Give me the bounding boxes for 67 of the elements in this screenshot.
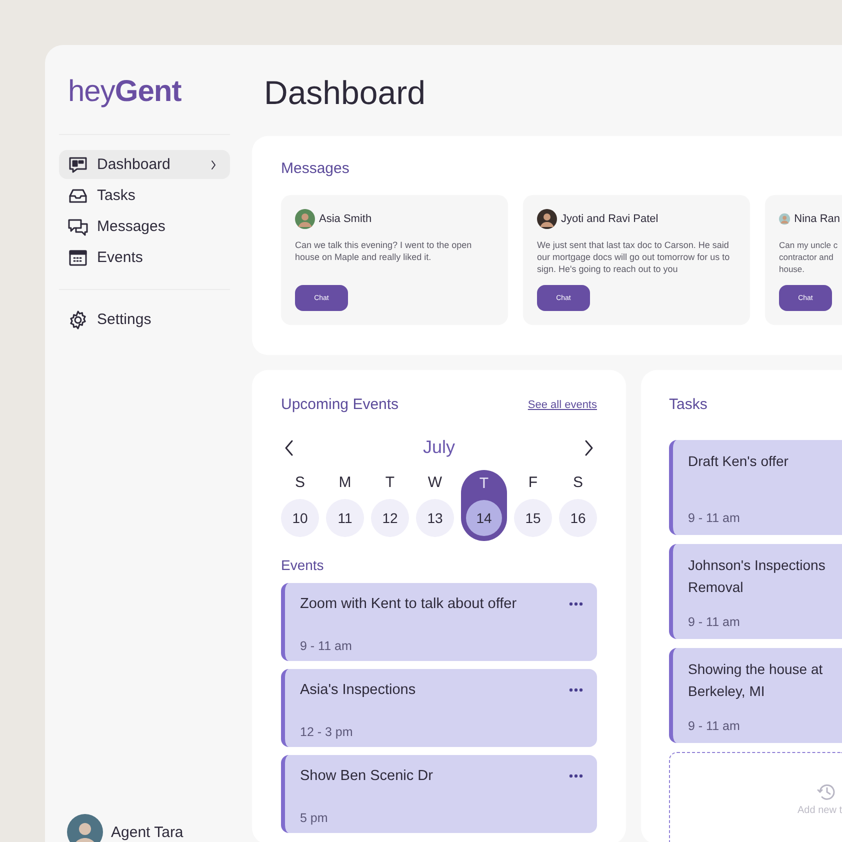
nav-item[interactable]: Messages xyxy=(59,212,230,241)
task-title: Draft Ken's offer xyxy=(688,452,790,471)
date-button[interactable]: 13 xyxy=(416,499,454,537)
panel-title: Messages xyxy=(281,160,350,177)
event-title: Show Ben Scenic Dr xyxy=(300,767,433,786)
event-time: 12 - 3 pm xyxy=(300,725,354,739)
sender-name: Asia Smith xyxy=(319,213,372,225)
user-name: Agent Tara xyxy=(111,824,184,840)
avatar-icon xyxy=(295,209,315,229)
chat-bubbles-icon xyxy=(68,216,88,236)
message-text: We just sent that last tax doc to Carson. He said our mortgage docs will go out tomorrow for us to sign. He's going to reach out to you xyxy=(537,239,731,276)
weekday-label: F xyxy=(528,474,538,492)
sender-name: Nina Ran xyxy=(794,213,840,225)
event-time: 5 pm xyxy=(300,811,329,825)
task-card[interactable]: Draft Ken's offer 9 - 11 am xyxy=(669,440,842,535)
task-time: 9 - 11 am xyxy=(688,615,741,629)
date-button[interactable]: 15 xyxy=(514,499,552,537)
task-title: Johnson's Inspections Removal xyxy=(688,556,826,597)
chevron-right-icon xyxy=(211,160,217,170)
event-time: 9 - 11 am xyxy=(300,639,353,653)
settings-icon xyxy=(68,310,88,330)
date-button[interactable]: 10 xyxy=(281,499,319,537)
date-button[interactable]: 11 xyxy=(326,499,364,537)
task-time: 9 - 11 am xyxy=(688,511,741,525)
weekday-label: S xyxy=(294,474,305,492)
nav-item[interactable]: Dashboard xyxy=(59,150,230,179)
more-icon[interactable] xyxy=(569,774,583,778)
chat-board-icon xyxy=(68,154,88,174)
message-text: Can my uncle c contractor and house. xyxy=(779,239,839,276)
panel-title: Upcoming Events xyxy=(281,396,399,413)
weekday-label: M xyxy=(338,474,352,492)
task-title: Showing the house at Berkeley, MI xyxy=(688,660,824,701)
weekday-label: S xyxy=(572,474,583,492)
event-card[interactable]: Zoom with Kent to talk about offer 9 - 11 am xyxy=(281,583,597,661)
month-label: July xyxy=(422,437,455,458)
nav-item[interactable]: Tasks xyxy=(59,181,230,210)
event-card[interactable]: Show Ben Scenic Dr 5 pm xyxy=(281,755,597,833)
nav-item[interactable]: Settings xyxy=(59,305,230,334)
chevron-right-icon[interactable] xyxy=(582,438,595,456)
add-task-label: Add new t xyxy=(798,804,842,816)
weekday-label: W xyxy=(428,474,442,492)
see-all-link[interactable]: See all events xyxy=(528,398,597,410)
date-button[interactable]: 12 xyxy=(371,499,409,537)
page-title: Dashboard xyxy=(264,73,426,113)
avatar-icon[interactable] xyxy=(67,814,103,842)
more-icon[interactable] xyxy=(569,688,583,692)
event-card[interactable]: Asia's Inspections 12 - 3 pm xyxy=(281,669,597,747)
event-title: Asia's Inspections xyxy=(300,681,416,700)
date-button[interactable]: 16 xyxy=(559,499,597,537)
panel-title: Tasks xyxy=(669,396,708,413)
logo: heyGent xyxy=(67,75,182,110)
weekday-label: T xyxy=(385,474,395,492)
event-title: Zoom with Kent to talk about offer xyxy=(300,595,517,614)
avatar-icon xyxy=(537,209,557,229)
nav-item[interactable]: Events xyxy=(59,243,230,272)
more-icon[interactable] xyxy=(569,602,583,606)
date-button[interactable]: 14 xyxy=(466,500,502,536)
weekday-label: T xyxy=(479,475,489,493)
selected-day[interactable]: T 14 xyxy=(461,470,507,541)
task-card[interactable]: Johnson's Inspections Removal 9 - 11 am xyxy=(669,544,842,639)
task-time: 9 - 11 am xyxy=(688,719,741,733)
calendar-icon xyxy=(68,248,88,268)
task-card[interactable]: Showing the house at Berkeley, MI 9 - 11 am xyxy=(669,648,842,743)
chevron-left-icon[interactable] xyxy=(283,438,295,456)
sender-name: Jyoti and Ravi Patel xyxy=(561,213,658,225)
section-label: Events xyxy=(281,557,325,573)
message-text: Can we talk this evening? I went to the open house on Maple and really liked it. xyxy=(295,239,473,264)
